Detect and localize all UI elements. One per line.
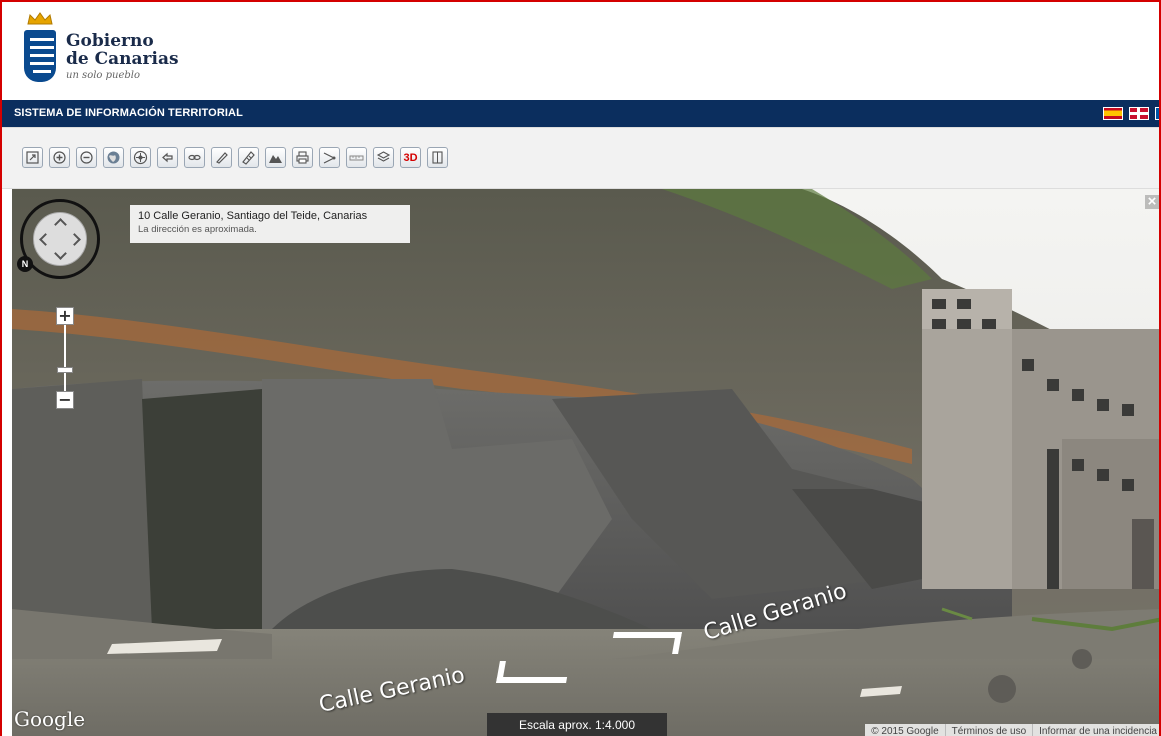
shield-icon (24, 30, 56, 82)
3d-button-label: 3D (403, 151, 418, 164)
scale-button[interactable] (346, 147, 367, 168)
english-flag-icon[interactable] (1129, 107, 1149, 120)
report-problem-link[interactable]: Informar de una incidencia (1032, 724, 1159, 736)
zoom-in-icon[interactable]: + (56, 307, 74, 325)
street-view-image[interactable] (12, 189, 1161, 736)
address-box: 10 Calle Geranio, Santiago del Teide, Ca… (130, 205, 410, 243)
globe-icon (107, 151, 120, 164)
measure-area-button[interactable] (238, 147, 259, 168)
logo-text: Gobierno de Canarias un solo pueblo (66, 32, 179, 81)
building (922, 289, 1159, 589)
zoom-in-button[interactable] (49, 147, 70, 168)
print-icon (296, 151, 309, 164)
copyright-text: © 2015 Google (871, 726, 939, 736)
3d-button[interactable]: 3D (400, 147, 421, 168)
pan-right-icon[interactable] (68, 233, 81, 246)
measure-area-icon (242, 151, 255, 165)
full-extent-icon (26, 151, 39, 164)
nav-arrow-forward[interactable] (610, 632, 682, 654)
zoom-out-button[interactable] (76, 147, 97, 168)
measure-line-icon (216, 152, 228, 164)
scale-indicator: Escala aprox. 1:4.000 (487, 713, 667, 736)
terms-link[interactable]: Términos de uso (944, 724, 1032, 736)
zoom-out-icon (80, 151, 93, 164)
google-logo: Google (14, 707, 86, 731)
pan-icon (133, 150, 148, 165)
pan-button[interactable] (130, 147, 151, 168)
french-flag-icon[interactable] (1155, 107, 1159, 120)
pan-control[interactable] (33, 212, 87, 266)
tool-buttons: 3D (22, 147, 448, 168)
route-button[interactable] (319, 147, 340, 168)
logo[interactable]: Gobierno de Canarias un solo pueblo (22, 12, 179, 90)
language-selector (1103, 107, 1159, 120)
app-frame: Gobierno de Canarias un solo pueblo SIST… (0, 0, 1161, 736)
zoom-track[interactable] (64, 323, 66, 395)
globe-button[interactable] (103, 147, 124, 168)
zoom-slider-handle[interactable] (57, 367, 73, 373)
book-icon (432, 151, 443, 164)
toolbar: 3D (2, 127, 1159, 189)
logo-tagline: un solo pueblo (66, 70, 140, 81)
logo-line-2: de Canarias (66, 49, 179, 69)
close-icon[interactable]: × (1145, 194, 1159, 209)
north-indicator: N (17, 256, 33, 272)
attribution-bar: © 2015 Google Términos de uso Informar d… (865, 724, 1159, 736)
nav-arrow-back[interactable] (496, 661, 570, 683)
pan-up-icon[interactable] (54, 218, 67, 231)
street-view-panel[interactable]: 10 Calle Geranio, Santiago del Teide, Ca… (12, 189, 1161, 736)
compass-control[interactable]: N (17, 199, 100, 279)
title-bar: SISTEMA DE INFORMACIÓN TERRITORIAL (2, 100, 1159, 127)
logo-line-1: Gobierno (66, 31, 154, 51)
pan-left-icon[interactable] (39, 233, 52, 246)
profile-button[interactable] (265, 147, 286, 168)
print-button[interactable] (292, 147, 313, 168)
app-title: SISTEMA DE INFORMACIÓN TERRITORIAL (14, 107, 243, 119)
layers-icon (376, 151, 391, 162)
zoom-out-icon[interactable]: − (56, 391, 74, 409)
crest-icon (22, 12, 58, 90)
book-button[interactable] (427, 147, 448, 168)
layers-button[interactable] (373, 147, 394, 168)
back-button[interactable] (157, 147, 178, 168)
address-note: La dirección es aproximada. (138, 224, 257, 235)
zoom-control: + − (56, 307, 76, 409)
back-icon (162, 152, 173, 163)
spanish-flag-icon[interactable] (1103, 107, 1123, 120)
link-icon (188, 154, 201, 161)
measure-line-button[interactable] (211, 147, 232, 168)
link-button[interactable] (184, 147, 205, 168)
route-icon (323, 152, 336, 164)
header: Gobierno de Canarias un solo pueblo (2, 2, 1159, 100)
full-extent-button[interactable] (22, 147, 43, 168)
zoom-in-icon (53, 151, 66, 164)
crown-icon (27, 12, 53, 25)
address-text: 10 Calle Geranio, Santiago del Teide, Ca… (138, 210, 368, 222)
scale-icon (349, 155, 364, 161)
profile-icon (269, 155, 282, 163)
pan-down-icon[interactable] (54, 247, 67, 260)
